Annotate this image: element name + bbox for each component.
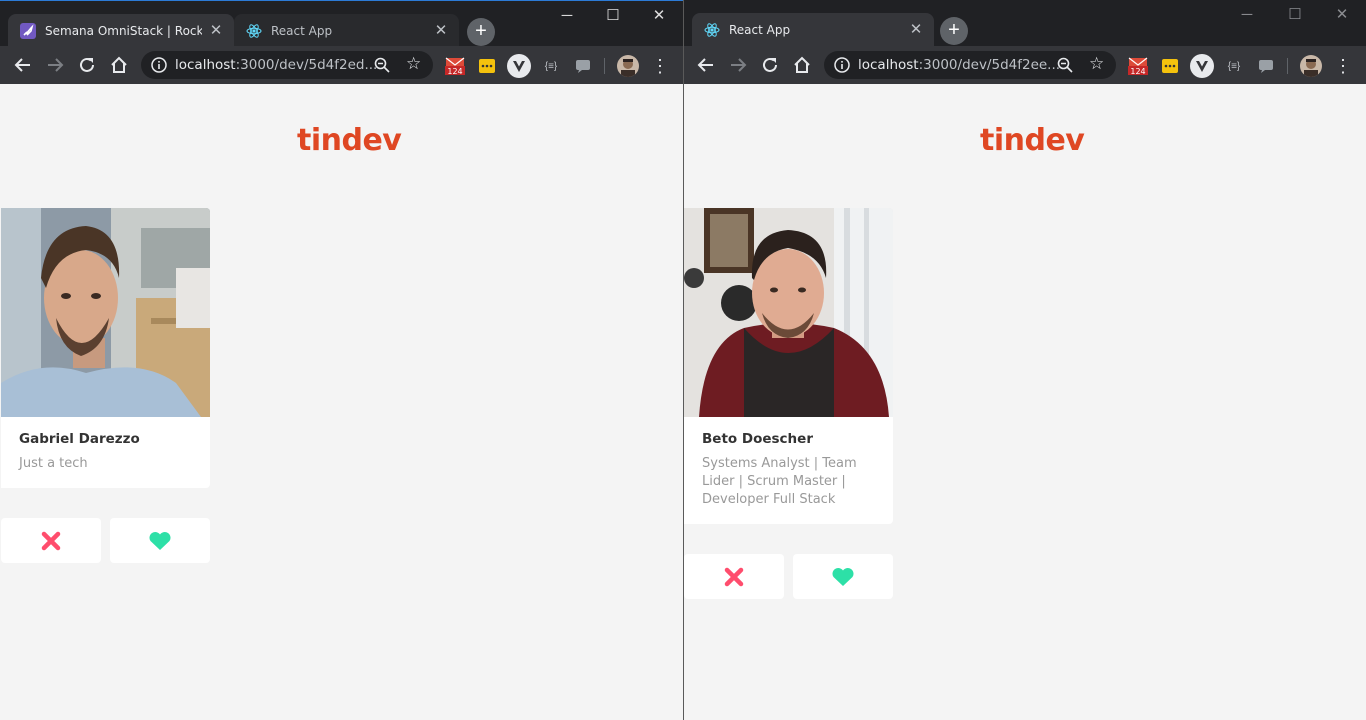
toolbar-separator <box>604 58 605 74</box>
close-tab-icon[interactable]: ✕ <box>433 22 449 39</box>
card-body: Gabriel Darezzo Just a tech <box>1 417 210 488</box>
tab-react-app[interactable]: React App ✕ <box>234 14 459 47</box>
chat-extension-icon[interactable] <box>1256 56 1276 76</box>
bookmark-star-icon[interactable]: ☆ <box>406 54 421 74</box>
forward-button[interactable] <box>42 52 68 78</box>
vue-devtools-icon[interactable] <box>1190 54 1214 78</box>
json-viewer-icon[interactable]: {≡} <box>1224 56 1244 76</box>
reload-icon <box>763 57 777 72</box>
browser-toolbar: localhost:3000/dev/5d4f2ed... ☆ 124 {≡} … <box>0 46 683 84</box>
home-icon <box>794 56 810 73</box>
toolbar-separator <box>1287 58 1288 74</box>
tab-strip: Semana OmniStack | Rocketseat ✕ React Ap… <box>0 0 683 47</box>
arrow-right-icon <box>48 58 64 72</box>
profile-avatar[interactable] <box>617 55 639 77</box>
minimize-button[interactable]: ─ <box>1224 0 1270 30</box>
close-tab-icon[interactable]: ✕ <box>208 22 224 39</box>
home-icon <box>111 56 127 73</box>
rocket-icon <box>20 22 36 39</box>
maximize-button[interactable]: ☐ <box>1272 0 1318 30</box>
dev-card: Beto Doescher Systems Analyst | Team Lid… <box>684 208 893 524</box>
extension-badge: 124 <box>1130 67 1145 76</box>
user-bio: Just a tech <box>19 456 88 471</box>
like-button[interactable] <box>793 554 893 599</box>
card-body: Beto Doescher Systems Analyst | Team Lid… <box>684 417 893 524</box>
tab-semana-omnistack[interactable]: Semana OmniStack | Rocketseat ✕ <box>8 14 234 47</box>
dislike-button[interactable] <box>1 518 101 563</box>
new-tab-button[interactable]: + <box>940 17 968 45</box>
address-bar[interactable]: localhost:3000/dev/5d4f2ed... ☆ <box>141 51 433 79</box>
heart-icon <box>149 531 171 550</box>
gmail-extension-icon[interactable]: 124 <box>1128 56 1148 76</box>
back-button[interactable] <box>693 52 719 78</box>
url-text: localhost:3000/dev/5d4f2ee... <box>858 57 1061 73</box>
bookmark-star-icon[interactable]: ☆ <box>1089 54 1104 74</box>
info-icon[interactable] <box>834 57 850 73</box>
tab-title: Semana OmniStack | Rocketseat <box>45 23 202 38</box>
user-bio: Systems Analyst | Team Lider | Scrum Mas… <box>702 456 857 507</box>
dev-card: Gabriel Darezzo Just a tech <box>1 208 210 488</box>
extension-badge: 124 <box>447 67 462 76</box>
tindev-logo: tindev <box>980 123 1085 158</box>
arrow-left-icon <box>697 58 713 72</box>
reload-icon <box>80 57 94 72</box>
tab-strip: React App ✕ + ─ ☐ ✕ <box>684 0 1366 46</box>
user-photo <box>1 208 210 417</box>
zoom-icon[interactable] <box>1056 56 1074 74</box>
chat-extension-icon[interactable] <box>573 56 593 76</box>
home-button[interactable] <box>106 52 132 78</box>
arrow-right-icon <box>731 58 747 72</box>
reload-button[interactable] <box>74 52 100 78</box>
close-window-button[interactable]: ✕ <box>636 1 682 31</box>
maximize-button[interactable]: ☐ <box>590 1 636 31</box>
tab-react-app[interactable]: React App ✕ <box>692 13 934 46</box>
forward-button[interactable] <box>725 52 751 78</box>
user-name: Beto Doescher <box>702 431 813 447</box>
address-bar[interactable]: localhost:3000/dev/5d4f2ee... ☆ <box>824 51 1116 79</box>
react-icon <box>704 22 720 38</box>
json-viewer-icon[interactable]: {≡} <box>541 56 561 76</box>
minimize-button[interactable]: ─ <box>544 1 590 31</box>
gmail-extension-icon[interactable]: 124 <box>445 56 465 76</box>
dislike-icon <box>724 567 744 586</box>
close-window-button[interactable]: ✕ <box>1319 0 1365 30</box>
reload-button[interactable] <box>757 52 783 78</box>
user-name: Gabriel Darezzo <box>19 431 140 447</box>
menu-kebab-icon[interactable]: ⋮ <box>1333 56 1353 76</box>
browser-toolbar: localhost:3000/dev/5d4f2ee... ☆ 124 {≡} … <box>684 46 1366 84</box>
tab-title: React App <box>729 22 791 37</box>
dislike-icon <box>41 531 61 550</box>
browser-window-left: Semana OmniStack | Rocketseat ✕ React Ap… <box>0 0 683 720</box>
dislike-button[interactable] <box>684 554 784 599</box>
react-icon <box>246 23 262 39</box>
notes-extension-icon[interactable] <box>477 56 497 76</box>
browser-window-right: React App ✕ + ─ ☐ ✕ localhost:3000/dev/5… <box>684 0 1366 720</box>
new-tab-button[interactable]: + <box>467 18 495 46</box>
url-text: localhost:3000/dev/5d4f2ed... <box>175 57 378 73</box>
like-button[interactable] <box>110 518 210 563</box>
menu-kebab-icon[interactable]: ⋮ <box>650 56 670 76</box>
vue-devtools-icon[interactable] <box>507 54 531 78</box>
info-icon[interactable] <box>151 57 167 73</box>
tindev-logo: tindev <box>297 123 402 158</box>
close-tab-icon[interactable]: ✕ <box>908 21 924 38</box>
profile-avatar[interactable] <box>1300 55 1322 77</box>
home-button[interactable] <box>789 52 815 78</box>
arrow-left-icon <box>14 58 30 72</box>
back-button[interactable] <box>10 52 36 78</box>
tab-title: React App <box>271 23 333 38</box>
user-photo <box>684 208 893 417</box>
heart-icon <box>832 567 854 586</box>
zoom-icon[interactable] <box>373 56 391 74</box>
notes-extension-icon[interactable] <box>1160 56 1180 76</box>
